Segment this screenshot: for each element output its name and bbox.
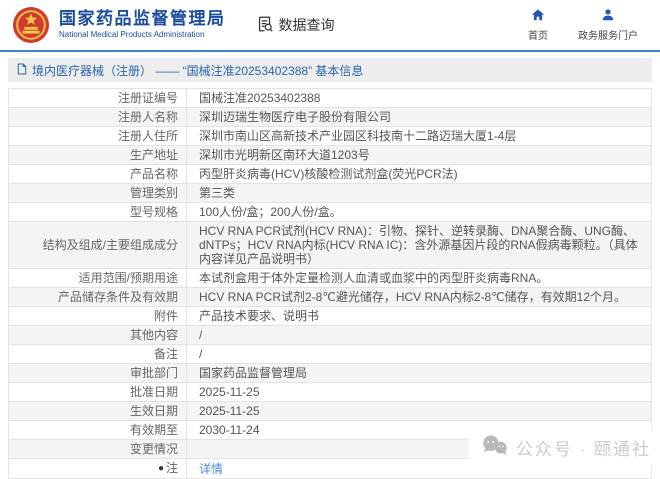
document-icon bbox=[17, 63, 27, 78]
header: 国家药品监督管理局 National Medical Products Admi… bbox=[0, 0, 660, 52]
row-value: 丙型肝炎病毒(HCV)核酸检测试剂盒(荧光PCR法) bbox=[186, 164, 652, 184]
row-label: 审批部门 bbox=[8, 363, 187, 383]
person-icon bbox=[601, 8, 615, 25]
registration-info-table: 注册证编号 国械注准20253402388 注册人名称 深圳迈瑞生物医疗电子股份有限公… bbox=[8, 88, 652, 479]
table-row: 型号规格 100人份/盒；200人份/盒。 bbox=[8, 202, 652, 222]
row-label: 有效期至 bbox=[8, 420, 187, 440]
nav-home-label: 首页 bbox=[528, 31, 548, 42]
row-value: 第三类 bbox=[186, 183, 652, 203]
table-row: 产品名称 丙型肝炎病毒(HCV)核酸检测试剂盒(荧光PCR法) bbox=[8, 164, 652, 184]
nav-gov-portal[interactable]: 政务服务门户 bbox=[578, 8, 638, 42]
row-label: 附件 bbox=[8, 306, 187, 326]
row-label: 批准日期 bbox=[8, 382, 187, 402]
org-title-block: 国家药品监督管理局 National Medical Products Admi… bbox=[59, 10, 226, 39]
row-value: 2025-11-25 bbox=[186, 401, 652, 421]
row-value: HCV RNA PCR试剂(HCV RNA)：引物、探针、逆转录酶、DNA聚合酶… bbox=[186, 221, 652, 269]
row-label: 注册人名称 bbox=[8, 107, 187, 127]
org-name: 国家药品监督管理局 bbox=[59, 9, 226, 29]
table-row: 管理类别 第三类 bbox=[8, 183, 652, 203]
row-value: 深圳市光明新区南环大道1203号 bbox=[186, 145, 652, 165]
table-row: 备注 / bbox=[8, 344, 652, 364]
wechat-icon bbox=[481, 434, 508, 461]
table-row: 附件 产品技术要求、说明书 bbox=[8, 306, 652, 326]
table-row: 审批部门 国家药品监督管理局 bbox=[8, 363, 652, 383]
row-label: 其他内容 bbox=[8, 325, 187, 345]
row-value: 本试剂盒用于体外定量检测人血清或血浆中的丙型肝炎病毒RNA。 bbox=[186, 268, 652, 288]
row-value: / bbox=[186, 344, 652, 364]
row-label: 注册人住所 bbox=[8, 126, 187, 146]
row-label: 适用范围/预期用途 bbox=[8, 268, 187, 288]
table-row: 生效日期 2025-11-25 bbox=[8, 401, 652, 421]
nav-data-query-label: 数据查询 bbox=[278, 17, 335, 33]
watermark-text: 公众号 · 颐通社 bbox=[515, 440, 651, 459]
table-row: 注册人住所 深圳市南山区高新技术产业园区科技南十二路迈瑞大厦1-4层 bbox=[8, 126, 652, 146]
nav-data-query[interactable]: 数据查询 bbox=[256, 15, 335, 36]
table-row: 注册人名称 深圳迈瑞生物医疗电子股份有限公司 bbox=[8, 107, 652, 127]
row-label: 产品名称 bbox=[8, 164, 187, 184]
row-label: 生产地址 bbox=[8, 145, 187, 165]
row-value: / bbox=[186, 325, 652, 345]
detail-link[interactable]: 详情 bbox=[199, 462, 223, 476]
row-value: 2025-11-25 bbox=[186, 382, 652, 402]
nav-home[interactable]: 首页 bbox=[528, 8, 548, 42]
row-value: 产品技术要求、说明书 bbox=[186, 306, 652, 326]
table-row: 产品储存条件及有效期 HCV RNA PCR试剂2-8℃避光储存，HCV RNA内… bbox=[8, 287, 652, 307]
row-value: 国家药品监督管理局 bbox=[186, 363, 652, 383]
nav-gov-portal-label: 政务服务门户 bbox=[578, 31, 638, 42]
row-value: 国械注准20253402388 bbox=[186, 88, 652, 108]
table-row: 其他内容 / bbox=[8, 325, 652, 345]
table-row: 批准日期 2025-11-25 bbox=[8, 382, 652, 402]
note-icon: ● bbox=[157, 463, 164, 474]
row-value: 深圳市南山区高新技术产业园区科技南十二路迈瑞大厦1-4层 bbox=[186, 126, 652, 146]
org-name-english: National Medical Products Administration bbox=[59, 29, 205, 39]
row-label: ● 注 bbox=[8, 458, 187, 479]
info-table-body: 注册证编号 国械注准20253402388 注册人名称 深圳迈瑞生物医疗电子股份有限公… bbox=[8, 88, 652, 479]
row-label: 型号规格 bbox=[8, 202, 187, 222]
row-label: 变更情况 bbox=[8, 439, 187, 459]
row-value: 100人份/盒；200人份/盒。 bbox=[186, 202, 652, 222]
breadcrumb-text: 境内医疗器械（注册） —— “国械注准20253402388” 基本信息 bbox=[32, 63, 364, 78]
national-emblem-logo bbox=[12, 6, 50, 44]
row-label: 生效日期 bbox=[8, 401, 187, 421]
row-value: HCV RNA PCR试剂2-8℃避光储存，HCV RNA内标2-8℃储存，有效… bbox=[186, 287, 652, 307]
home-icon bbox=[531, 8, 545, 25]
row-label: 备注 bbox=[8, 344, 187, 364]
table-row: 结构及组成/主要组成成分 HCV RNA PCR试剂(HCV RNA)：引物、探针… bbox=[8, 221, 652, 269]
row-label: 管理类别 bbox=[8, 183, 187, 203]
row-label: 产品储存条件及有效期 bbox=[8, 287, 187, 307]
watermark: 公众号 · 颐通社 bbox=[468, 429, 655, 466]
table-row: 注册证编号 国械注准20253402388 bbox=[8, 88, 652, 108]
row-label: 结构及组成/主要组成成分 bbox=[8, 221, 187, 269]
row-label: 注册证编号 bbox=[8, 88, 187, 108]
table-row: 适用范围/预期用途 本试剂盒用于体外定量检测人血清或血浆中的丙型肝炎病毒RNA。 bbox=[8, 268, 652, 288]
header-right-nav: 首页 政务服务门户 bbox=[528, 8, 648, 42]
row-value: 深圳迈瑞生物医疗电子股份有限公司 bbox=[186, 107, 652, 127]
document-search-icon bbox=[256, 15, 274, 36]
breadcrumb: 境内医疗器械（注册） —— “国械注准20253402388” 基本信息 bbox=[8, 58, 652, 82]
table-row: 生产地址 深圳市光明新区南环大道1203号 bbox=[8, 145, 652, 165]
